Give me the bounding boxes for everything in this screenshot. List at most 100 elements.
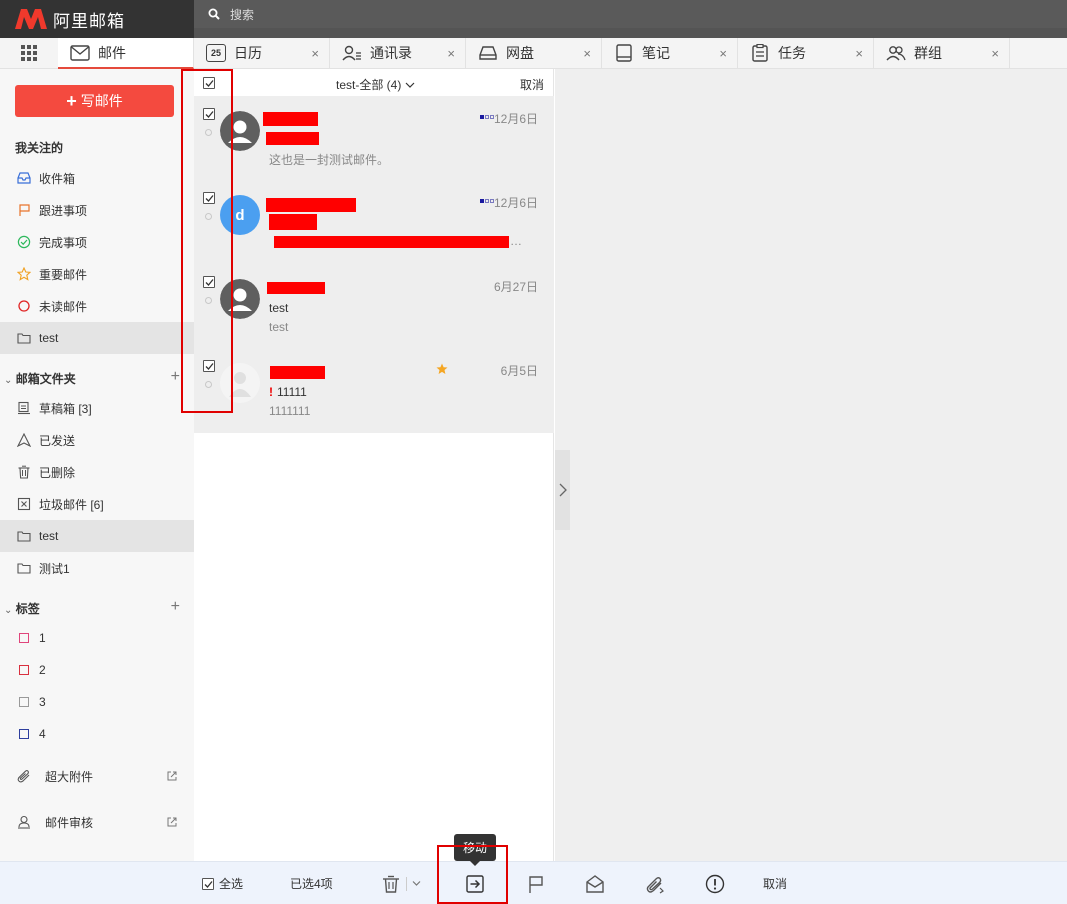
tab-mail[interactable]: 邮件	[58, 38, 194, 69]
tab-calendar[interactable]: 25 日历 ×	[194, 38, 330, 68]
close-icon[interactable]: ×	[583, 46, 591, 61]
sidebar-item-label: 未读邮件	[39, 299, 88, 314]
tab-tasks[interactable]: 任务 ×	[738, 38, 874, 68]
sidebar-item-label: 完成事项	[39, 235, 88, 250]
flag-button[interactable]	[526, 862, 546, 904]
sidebar-item-inbox[interactable]: 收件箱	[0, 162, 194, 194]
add-tag-button[interactable]: +	[171, 598, 180, 616]
external-link-icon[interactable]	[167, 771, 177, 781]
cancel-button[interactable]: 取消	[763, 862, 787, 904]
sidebar-item-test-favorite[interactable]: test	[0, 322, 194, 354]
sidebar-item-test1[interactable]: 测试1	[0, 552, 194, 584]
exclamation-circle-icon	[705, 874, 725, 893]
external-link-icon[interactable]	[167, 817, 177, 827]
select-all-toolbar-checkbox[interactable]	[202, 877, 214, 890]
star-icon[interactable]	[436, 363, 448, 375]
mark-read-button[interactable]	[585, 862, 605, 904]
star-icon	[17, 267, 31, 281]
delete-button[interactable]	[381, 862, 401, 904]
folders-heading[interactable]: ⌄ 邮箱文件夹	[4, 370, 76, 387]
app-logo[interactable]: 阿里邮箱	[0, 0, 194, 38]
tag-square-icon	[17, 663, 31, 677]
sidebar-item-unread[interactable]: 未读邮件	[0, 290, 194, 322]
folder-filter-dropdown[interactable]: test-全部 (4)	[336, 76, 415, 93]
sent-icon	[17, 433, 31, 447]
inbox-icon	[17, 171, 31, 185]
sidebar-item-mail-review[interactable]: 邮件审核	[0, 806, 194, 838]
compose-button[interactable]: + 写邮件	[15, 85, 174, 117]
search-icon	[208, 8, 220, 20]
tags-heading[interactable]: ⌄ 标签	[4, 600, 40, 617]
tasks-icon	[752, 44, 768, 62]
close-icon[interactable]: ×	[719, 46, 727, 61]
close-icon[interactable]: ×	[855, 46, 863, 61]
sidebar-item-label: 3	[39, 695, 46, 709]
mail-preview: test	[269, 320, 289, 334]
report-spam-button[interactable]	[705, 862, 725, 904]
sidebar-item-test[interactable]: test	[0, 520, 194, 552]
search-input[interactable]: 搜索	[230, 6, 254, 23]
sidebar-item-label: 收件箱	[39, 171, 76, 186]
mail-item[interactable]: d … 12月6日	[194, 181, 554, 265]
tab-notes[interactable]: 笔记 ×	[602, 38, 738, 68]
sidebar-item-deleted[interactable]: 已删除	[0, 456, 194, 488]
top-bar: 阿里邮箱 搜索	[0, 0, 1067, 38]
truncation-ellipsis: …	[510, 234, 522, 248]
tab-contacts[interactable]: 通讯录 ×	[330, 38, 466, 68]
mail-item[interactable]: 12月6日 这也是一封测试邮件。	[194, 97, 554, 181]
apps-grid-button[interactable]	[0, 38, 58, 68]
unread-circle-icon	[17, 299, 31, 313]
trash-icon	[17, 465, 31, 479]
sidebar-item-done[interactable]: 完成事项	[0, 226, 194, 258]
sidebar-item-sent[interactable]: 已发送	[0, 424, 194, 456]
tab-label: 网盘	[506, 45, 534, 61]
sidebar-item-tag-3[interactable]: 3	[0, 686, 194, 718]
select-all-button[interactable]: 全选	[202, 862, 243, 904]
sidebar-item-label: 垃圾邮件 [6]	[39, 497, 104, 512]
search-bar[interactable]: 搜索	[194, 0, 1067, 28]
tab-drive[interactable]: 网盘 ×	[466, 38, 602, 68]
sidebar-item-important[interactable]: 重要邮件	[0, 258, 194, 290]
contacts-icon	[342, 45, 361, 61]
close-icon[interactable]: ×	[311, 46, 319, 61]
mail-item[interactable]: 6月27日 test test	[194, 265, 554, 349]
spam-icon	[17, 497, 31, 511]
sidebar-item-tag-2[interactable]: 2	[0, 654, 194, 686]
favorites-heading: 我关注的	[15, 141, 64, 155]
tags-heading-label: 标签	[15, 602, 40, 616]
cancel-selection-button[interactable]: 取消	[520, 76, 544, 93]
sidebar-item-tag-4[interactable]: 4	[0, 718, 194, 750]
sidebar-item-tag-1[interactable]: 1	[0, 622, 194, 654]
sidebar-item-large-attachment[interactable]: 超大附件	[0, 760, 194, 792]
sidebar-item-label: 重要邮件	[39, 267, 88, 282]
sidebar-item-label: 测试1	[39, 561, 70, 576]
attachment-button[interactable]	[645, 862, 665, 904]
logo-m-icon	[15, 9, 47, 29]
sidebar-item-drafts[interactable]: 草稿箱 [3]	[0, 392, 194, 424]
close-icon[interactable]: ×	[991, 46, 999, 61]
add-folder-button[interactable]: +	[171, 368, 180, 386]
delete-options-dropdown[interactable]	[412, 862, 421, 904]
collapse-pane-button[interactable]	[555, 450, 570, 530]
redacted-sender	[266, 198, 356, 212]
sidebar-item-followup[interactable]: 跟进事项	[0, 194, 194, 226]
move-button-highlight	[437, 845, 508, 904]
sidebar-item-label: 已发送	[39, 433, 76, 448]
tab-groups[interactable]: 群组 ×	[874, 38, 1010, 68]
sidebar-item-label: test	[39, 529, 59, 543]
reading-pane	[555, 69, 1067, 861]
close-icon[interactable]: ×	[447, 46, 455, 61]
open-envelope-icon	[586, 874, 604, 893]
calendar-icon-day: 25	[210, 48, 221, 58]
sidebar-item-label: 已删除	[39, 465, 76, 480]
folder-icon	[17, 529, 31, 543]
module-tabs: 邮件 25 日历 × 通讯录 × 网盘 × 笔记 × 任务 × 群组 ×	[0, 38, 1067, 69]
tab-label: 通讯录	[370, 45, 412, 61]
plus-icon: +	[66, 90, 77, 111]
mail-item[interactable]: 6月5日 ! 11111 1111111	[194, 349, 554, 433]
redacted-subject	[266, 132, 319, 145]
sidebar-item-spam[interactable]: 垃圾邮件 [6]	[0, 488, 194, 520]
chevron-down-icon	[405, 82, 415, 88]
tag-markers	[480, 199, 494, 203]
tab-label: 群组	[914, 45, 942, 61]
